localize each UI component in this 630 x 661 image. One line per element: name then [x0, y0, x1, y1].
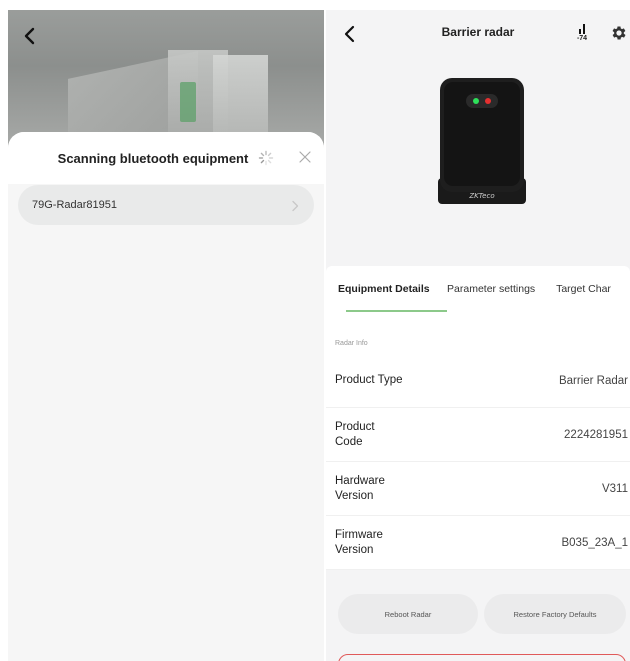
- info-row-hardware-version: Hardware Version V311: [326, 462, 630, 516]
- info-row-product-code: Product Code 2224281951: [326, 408, 630, 462]
- row-value: 2224281951: [564, 428, 628, 441]
- details-card: Equipment Details Parameter settings Tar…: [326, 266, 630, 570]
- tab-target-chart[interactable]: Target Char: [556, 266, 630, 320]
- device-detail-screen: Barrier radar -74 ZKTeco Equipment Detai…: [326, 10, 630, 661]
- signal-icon: [579, 24, 585, 34]
- row-label: Product Code: [335, 420, 375, 448]
- header: Barrier radar -74: [326, 10, 630, 56]
- sheet-title: Scanning bluetooth equipment: [57, 150, 249, 166]
- row-label: Product Type: [335, 374, 403, 386]
- section-label: Radar Info: [335, 340, 368, 347]
- background-image: [8, 10, 324, 150]
- row-value: Barrier Radar: [558, 374, 628, 387]
- tab-bar: Equipment Details Parameter settings Tar…: [326, 266, 630, 320]
- actions-area: Reboot Radar Restore Factory Defaults: [326, 570, 630, 661]
- tab-equipment-details[interactable]: Equipment Details: [338, 266, 448, 320]
- signal-value: -74: [576, 35, 588, 42]
- signal-indicator: -74: [574, 24, 590, 46]
- close-icon[interactable]: [298, 150, 312, 164]
- row-value: B035_23A_1: [561, 536, 628, 549]
- danger-button[interactable]: [338, 654, 626, 661]
- sheet-header: Scanning bluetooth equipment: [8, 132, 324, 184]
- gear-icon[interactable]: [610, 24, 628, 42]
- device-name: 79G-Radar81951: [32, 199, 118, 211]
- device-brand: ZKTeco: [468, 192, 494, 200]
- chevron-right-icon: [290, 199, 300, 212]
- device-list-item[interactable]: 79G-Radar81951: [18, 185, 314, 225]
- row-label: Hardware Version: [335, 474, 385, 502]
- row-value: V311: [601, 482, 628, 495]
- info-list: Product Type Barrier Radar Product Code …: [326, 354, 630, 570]
- scan-screen: Scanning bluetooth equipment 79G-Radar81…: [8, 10, 324, 661]
- info-row-firmware-version: Firmware Version B035_23A_1: [326, 516, 630, 570]
- info-row-product-type: Product Type Barrier Radar: [326, 354, 630, 408]
- tab-parameter-settings[interactable]: Parameter settings: [447, 266, 556, 320]
- reboot-radar-button[interactable]: Reboot Radar: [338, 594, 478, 634]
- restore-factory-defaults-button[interactable]: Restore Factory Defaults: [484, 594, 626, 634]
- device-image: ZKTeco: [436, 76, 528, 206]
- spinner-icon: [258, 150, 274, 166]
- scan-sheet: Scanning bluetooth equipment 79G-Radar81…: [8, 132, 324, 661]
- back-icon[interactable]: [18, 24, 42, 48]
- row-label: Firmware Version: [335, 528, 383, 556]
